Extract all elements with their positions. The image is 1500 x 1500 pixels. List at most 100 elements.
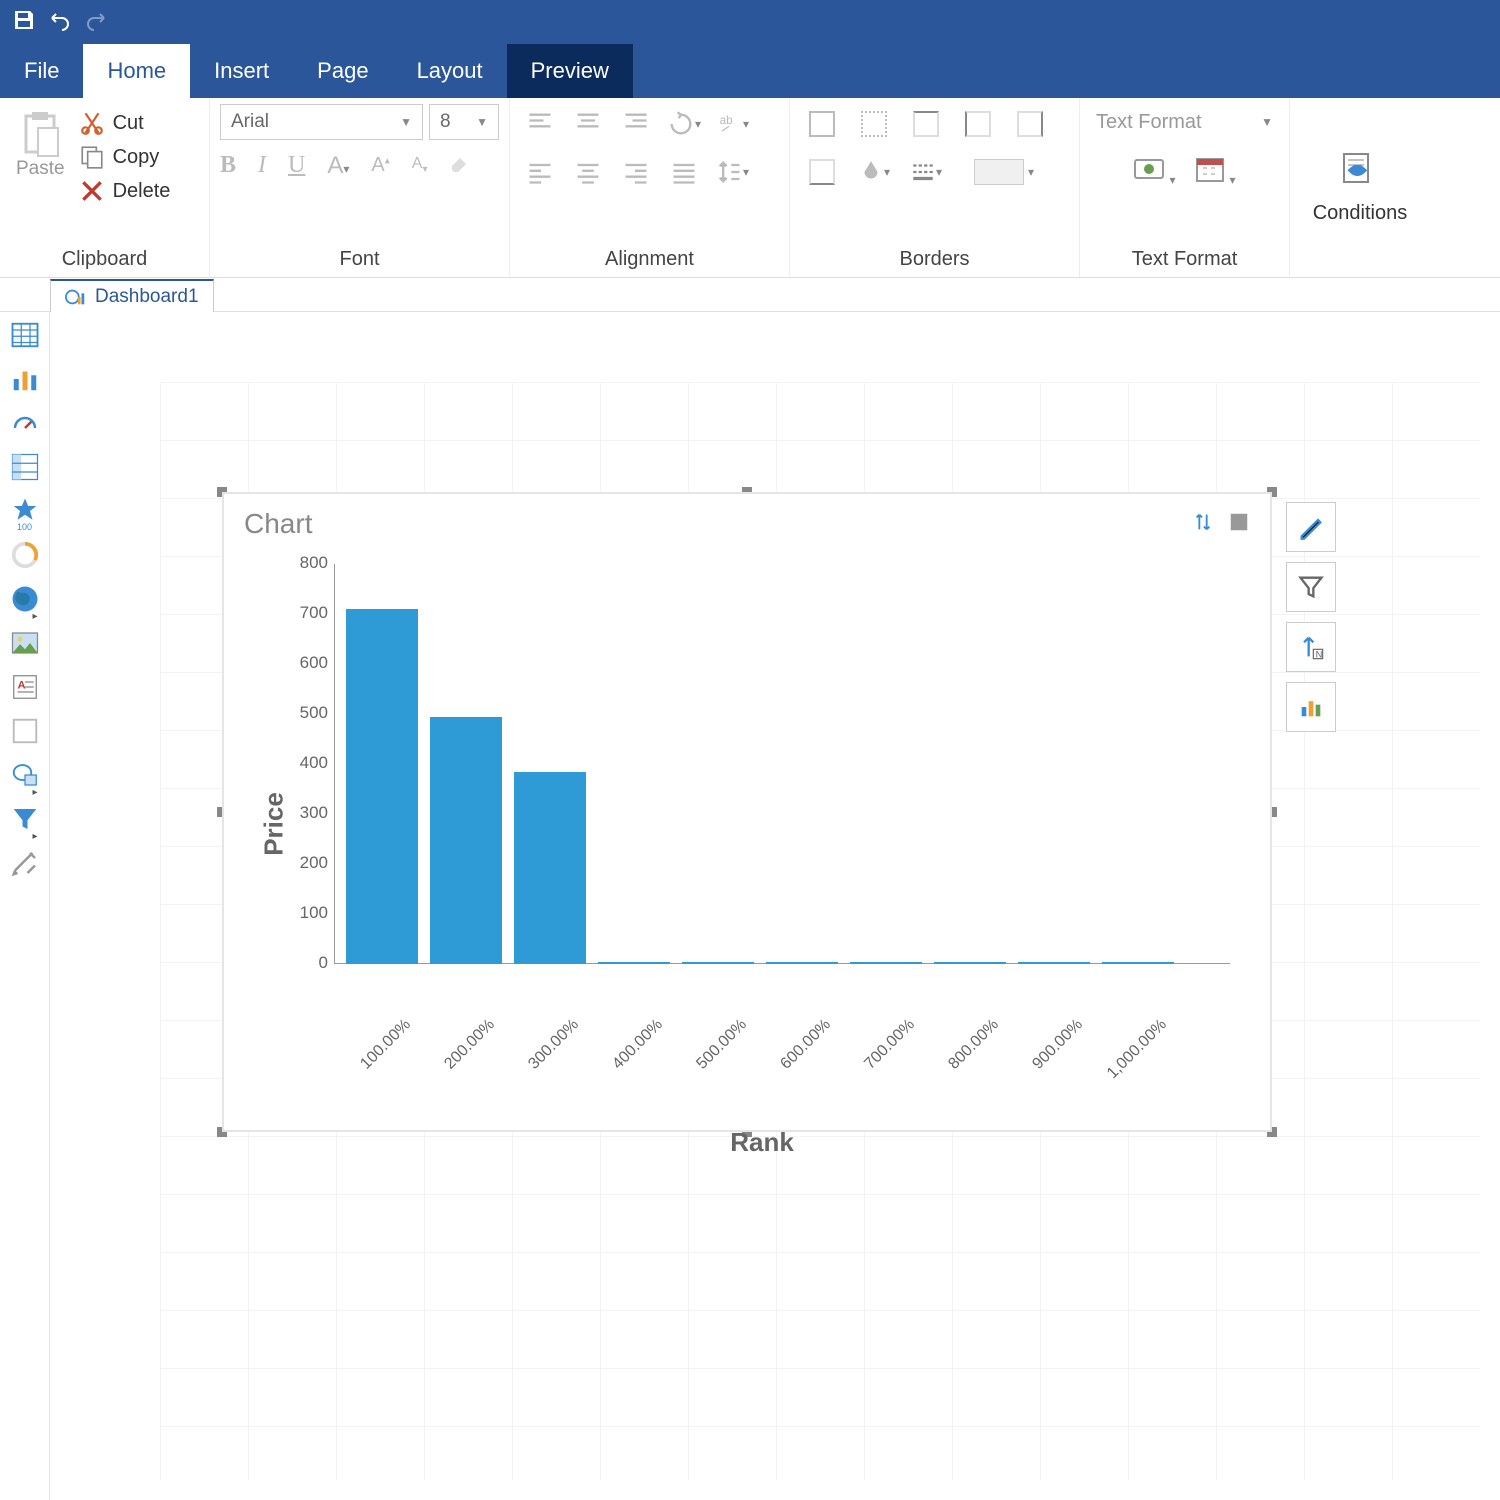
cut-button[interactable]: Cut — [79, 110, 171, 136]
menu-insert[interactable]: Insert — [190, 44, 293, 98]
menu-file[interactable]: File — [0, 44, 83, 98]
chart-x-tick: 400.00% — [583, 1016, 666, 1099]
edit-chart-button[interactable] — [1286, 502, 1336, 552]
align-right[interactable] — [616, 152, 656, 192]
chart-y-tick: 300 — [284, 803, 328, 823]
document-tab-label: Dashboard1 — [95, 286, 199, 308]
bold-button[interactable]: B — [220, 152, 236, 179]
sort-icon[interactable] — [1192, 508, 1214, 540]
align-top-left[interactable] — [520, 104, 560, 144]
conditions-button[interactable]: Conditions — [1313, 150, 1408, 225]
border-color-button[interactable]: ▾ — [852, 152, 896, 192]
main-menu: File Home Insert Page Layout Preview — [0, 44, 1500, 98]
conditions-label: Conditions — [1313, 202, 1408, 225]
design-canvas[interactable]: Chart Price 0100200300400500600700800 10… — [50, 312, 1500, 1500]
filter-chart-button[interactable] — [1286, 562, 1336, 612]
undo-icon[interactable] — [48, 8, 72, 37]
fill-color-button[interactable]: ▾ — [956, 152, 1052, 192]
textformat-group-label: Text Format — [1090, 242, 1279, 271]
copy-button[interactable]: Copy — [79, 144, 171, 170]
topn-chart-button[interactable]: N — [1286, 622, 1336, 672]
align-center[interactable] — [568, 152, 608, 192]
font-name-select[interactable]: Arial▼ — [220, 104, 423, 140]
chart-x-tick: 900.00% — [1003, 1016, 1086, 1099]
border-left[interactable] — [956, 104, 1000, 144]
chart-bar — [850, 962, 922, 965]
currency-format-button[interactable]: ▾ — [1133, 154, 1175, 189]
chart-widget[interactable]: Chart Price 0100200300400500600700800 10… — [222, 492, 1272, 1132]
align-top-center[interactable] — [568, 104, 608, 144]
font-color-button[interactable]: A▾ — [327, 152, 349, 180]
italic-button[interactable]: I — [258, 152, 266, 179]
menu-layout[interactable]: Layout — [393, 44, 507, 98]
progress-component-icon[interactable] — [10, 540, 40, 570]
text-format-value: Text Format — [1096, 111, 1202, 134]
document-tabstrip: Dashboard1 — [0, 278, 1500, 312]
underline-button[interactable]: U — [288, 152, 305, 179]
menu-page[interactable]: Page — [293, 44, 392, 98]
chart-x-tick: 300.00% — [499, 1016, 582, 1099]
pivot-component-icon[interactable] — [10, 452, 40, 482]
filter-component-icon[interactable]: ▸ — [10, 804, 40, 834]
chart-y-tick: 400 — [284, 753, 328, 773]
menu-preview[interactable]: Preview — [507, 44, 633, 98]
delete-label: Delete — [113, 180, 171, 203]
borders-group-label: Borders — [800, 242, 1069, 271]
chart-bar — [514, 772, 586, 965]
chart-bar — [1102, 962, 1174, 965]
redo-icon[interactable] — [84, 8, 108, 37]
chart-bar — [934, 962, 1006, 965]
save-icon[interactable] — [12, 8, 36, 37]
text-format-select[interactable]: Text Format▼ — [1090, 104, 1279, 140]
align-justify[interactable] — [664, 152, 704, 192]
chart-container: Chart Price 0100200300400500600700800 10… — [222, 492, 1272, 1132]
clear-format-button[interactable] — [449, 150, 473, 181]
indicator-component-icon[interactable]: 100 — [10, 496, 40, 526]
chevron-down-icon: ▼ — [400, 115, 412, 129]
components-toolbar: 100 ▸ A ▸ ▸ — [0, 312, 50, 1500]
chart-y-tick: 0 — [284, 953, 328, 973]
paste-label: Paste — [16, 158, 65, 180]
border-top[interactable] — [904, 104, 948, 144]
alignment-group-label: Alignment — [520, 242, 779, 271]
font-size-select[interactable]: 8▼ — [429, 104, 499, 140]
fullscreen-icon[interactable] — [1228, 508, 1250, 540]
grow-font-button[interactable]: A▴ — [371, 154, 389, 177]
chart-x-tick: 600.00% — [751, 1016, 834, 1099]
chart-y-tick: 800 — [284, 553, 328, 573]
chart-type-button[interactable] — [1286, 682, 1336, 732]
line-spacing-button[interactable]: ▾ — [712, 152, 752, 192]
paste-button[interactable]: Paste — [10, 104, 71, 210]
chart-bar — [430, 717, 502, 965]
border-bottom[interactable] — [800, 152, 844, 192]
chart-bar — [346, 609, 418, 964]
delete-button[interactable]: Delete — [79, 178, 171, 204]
chart-y-axis-label: Price — [258, 792, 289, 856]
date-format-button[interactable]: ▾ — [1194, 154, 1236, 189]
shrink-font-button[interactable]: A▾ — [412, 155, 428, 175]
border-right[interactable] — [1008, 104, 1052, 144]
map-component-icon[interactable]: ▸ — [10, 584, 40, 614]
chart-y-axis — [334, 564, 335, 964]
rotate-button[interactable]: ▾ — [664, 104, 704, 144]
menu-home[interactable]: Home — [83, 44, 190, 98]
copy-label: Copy — [113, 146, 160, 169]
chart-component-icon[interactable] — [10, 364, 40, 394]
align-left[interactable] — [520, 152, 560, 192]
border-none[interactable] — [852, 104, 896, 144]
chart-x-tick: 100.00% — [331, 1016, 414, 1099]
panel-component-icon[interactable] — [10, 716, 40, 746]
table-component-icon[interactable] — [10, 320, 40, 350]
gauge-component-icon[interactable] — [10, 408, 40, 438]
image-component-icon[interactable] — [10, 628, 40, 658]
text-direction-button[interactable]: ab▾ — [712, 104, 752, 144]
border-all[interactable] — [800, 104, 844, 144]
chart-bar — [598, 962, 670, 965]
text-component-icon[interactable]: A — [10, 672, 40, 702]
chart-y-tick: 200 — [284, 853, 328, 873]
border-style-button[interactable]: ▾ — [904, 152, 948, 192]
document-tab-dashboard1[interactable]: Dashboard1 — [50, 279, 214, 312]
settings-icon[interactable] — [10, 848, 40, 878]
shape-component-icon[interactable]: ▸ — [10, 760, 40, 790]
align-top-right[interactable] — [616, 104, 656, 144]
